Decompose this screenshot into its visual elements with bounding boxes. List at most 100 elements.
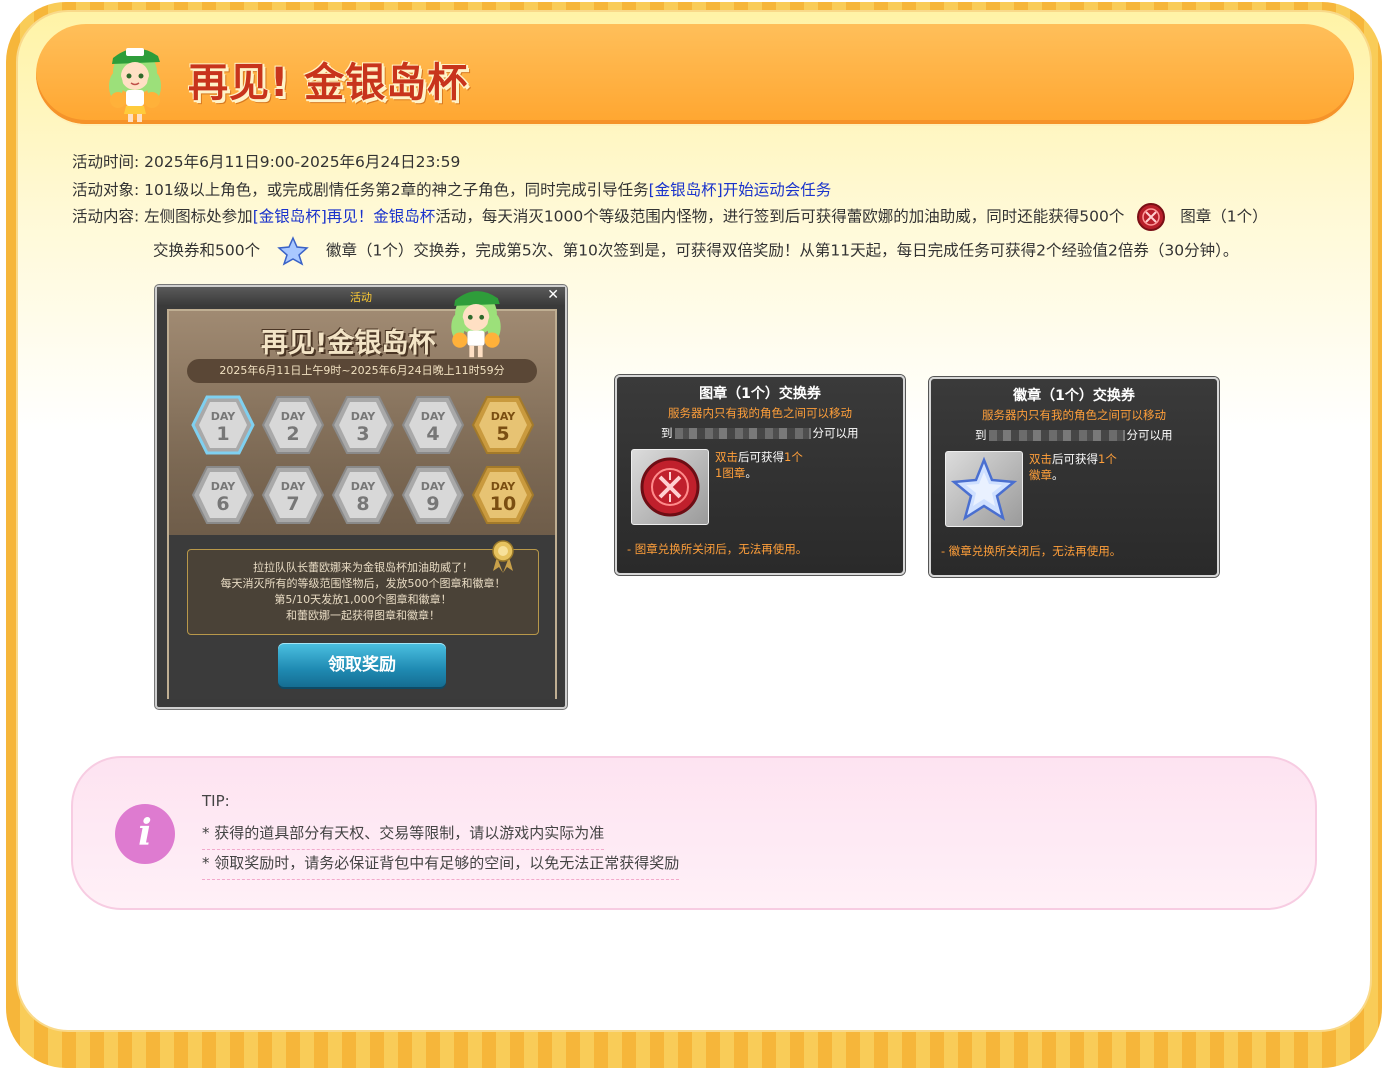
day-label: DAY <box>210 480 236 493</box>
day-label: DAY <box>350 480 376 493</box>
event-content-pre: 左侧图标处参加 <box>144 207 253 226</box>
desc-doubleclick: 双击 <box>715 450 738 464</box>
tooltip-description: 双击后可获得1个 徽章。 <box>1029 451 1117 483</box>
tip-line-1: * 获得的道具部分有天权、交易等限制，请以游戏内实际为准 <box>202 822 605 850</box>
message-line: 每天消灭所有的等级范围怪物后，发放500个图章和徽章！ <box>220 577 506 590</box>
expiry-pre: 到 <box>975 428 987 442</box>
day-hex-3: DAY 3 <box>331 395 395 455</box>
cheerleader-girl-icon <box>109 48 161 122</box>
day-hex-6: DAY 6 <box>191 465 255 525</box>
desc-count: 1个 <box>1098 452 1117 466</box>
day-number: 9 <box>426 493 440 515</box>
day-number: 1 <box>216 423 230 445</box>
day-hex-10: DAY 10 <box>471 465 535 525</box>
tooltip-title: 徽章（1个）交换券 <box>1013 388 1135 404</box>
event-target-label: 活动对象: <box>72 181 140 199</box>
day-label: DAY <box>420 410 446 423</box>
day-number: 4 <box>426 423 440 445</box>
tooltip-footnote: - 徽章兑换所关闭后，无法再使用。 <box>941 544 1122 558</box>
event-content-seal: 图章（1个） <box>1180 207 1268 226</box>
expiry-post: 分可以用 <box>1126 428 1173 442</box>
event-game-window: 活动 ✕ 再见!金银岛杯 2025年6月11日上午9时~2025年6月24日晚上… <box>155 285 567 709</box>
event-content-row: 活动内容: 左侧图标处参加[金银岛杯]再见！金银岛杯活动，每天消灭1000个等级… <box>72 202 1268 232</box>
desc-text: 后可获得 <box>738 450 784 464</box>
tip-box: i TIP: * 获得的道具部分有天权、交易等限制，请以游戏内实际为准 * 领取… <box>71 756 1317 910</box>
desc-item: 1图章 <box>715 466 746 480</box>
badge-star-icon <box>277 236 309 266</box>
day-number: 2 <box>286 423 300 445</box>
expiry-date-blurred <box>674 428 811 439</box>
tooltip-subtitle: 服务器内只有我的角色之间可以移动 <box>668 406 852 420</box>
tooltip-expiry: 到 分可以用 <box>975 427 1173 443</box>
event-content-line2-post: 徽章（1个）交换券，完成第5次、第10次签到是，可获得双倍奖励！从第11天起，每… <box>325 241 1239 260</box>
tooltip-expiry: 到 分可以用 <box>661 425 859 441</box>
day-hex-7: DAY 7 <box>261 465 325 525</box>
day-hex-4: DAY 4 <box>401 395 465 455</box>
seal-icon <box>640 457 700 517</box>
close-icon[interactable]: ✕ <box>547 287 559 303</box>
tooltip-title: 图章（1个）交换券 <box>699 386 821 402</box>
tooltip-description: 双击后可获得1个 1图章。 <box>715 449 803 481</box>
game-event-title: 再见!金银岛杯 <box>261 328 436 359</box>
event-target-row: 活动对象: 101级以上角色，或完成剧情任务第2章的神之子角色，同时完成引导任务… <box>72 178 831 200</box>
event-content-line2-pre: 交换券和500个 <box>153 241 261 260</box>
day-number: 3 <box>356 423 370 445</box>
day-hex-8: DAY 8 <box>331 465 395 525</box>
desc-count: 1个 <box>784 450 803 464</box>
day-number: 6 <box>216 493 230 515</box>
tip-line-2: * 领取奖励时，请务必保证背包中有足够的空间，以免无法正常获得奖励 <box>202 852 680 880</box>
desc-end: 。 <box>1052 468 1064 482</box>
day-label: DAY <box>210 410 236 423</box>
day-number: 7 <box>286 493 300 515</box>
event-time-value: 2025年6月11日9:00-2025年6月24日23:59 <box>144 153 461 171</box>
item-icon-box <box>945 451 1023 527</box>
event-content-label: 活动内容: <box>72 207 140 226</box>
day-hex-5: DAY 5 <box>471 395 535 455</box>
event-content-link-1[interactable]: [金银岛杯]再见！ <box>253 208 374 226</box>
day-hex-1: DAY 1 <box>191 395 255 455</box>
page-title: 再见! 金银岛杯 <box>188 60 469 106</box>
day-label: DAY <box>350 410 376 423</box>
game-event-date: 2025年6月11日上午9时~2025年6月24日晚上11时59分 <box>187 359 537 383</box>
event-time-label: 活动时间: <box>72 153 140 171</box>
day-number: 10 <box>489 493 517 515</box>
window-body: 再见!金银岛杯 2025年6月11日上午9时~2025年6月24日晚上11时59… <box>167 291 557 699</box>
day-hex-2: DAY 2 <box>261 395 325 455</box>
tooltip-subtitle: 服务器内只有我的角色之间可以移动 <box>982 408 1166 422</box>
expiry-post: 分可以用 <box>812 426 859 440</box>
day-label: DAY <box>420 480 446 493</box>
cheerleader-girl-icon <box>451 291 501 358</box>
day-label: DAY <box>280 410 306 423</box>
desc-doubleclick: 双击 <box>1029 452 1052 466</box>
desc-text: 后可获得 <box>1052 452 1098 466</box>
event-content-link-2[interactable]: 金银岛杯 <box>373 208 435 226</box>
event-target-text: 101级以上角色，或完成剧情任务第2章的神之子角色，同时完成引导任务 <box>144 181 649 199</box>
medal-icon <box>492 540 514 573</box>
item-icon-box <box>631 449 709 525</box>
claim-reward-button[interactable]: 领取奖励 <box>278 643 446 687</box>
day-number: 8 <box>356 493 370 515</box>
game-message-box: 拉拉队队长蕾欧娜来为金银岛杯加油助威了！ 每天消灭所有的等级范围怪物后，发放50… <box>187 549 539 635</box>
desc-end: 。 <box>745 466 757 480</box>
badge-voucher-tooltip: 徽章（1个）交换券 服务器内只有我的角色之间可以移动 到 分可以用 双击后可获得1… <box>929 377 1219 577</box>
message-line: 第5/10天发放1,000个图章和徽章！ <box>274 593 452 606</box>
expiry-pre: 到 <box>661 426 673 440</box>
event-content-row-2: 交换券和500个 徽章（1个）交换券，完成第5次、第10次签到是，可获得双倍奖励… <box>153 236 1238 266</box>
day-label: DAY <box>490 480 516 493</box>
event-target-link[interactable]: [金银岛杯]开始运动会任务 <box>649 181 832 199</box>
badge-star-icon <box>950 456 1018 521</box>
expiry-date-blurred <box>988 430 1125 441</box>
seal-voucher-tooltip: 图章（1个）交换券 服务器内只有我的角色之间可以移动 到分可以用 双击后可获得1… <box>615 375 905 575</box>
event-content-mid: 活动，每天消灭1000个等级范围内怪物，进行签到后可获得蕾欧娜的加油助威，同时还… <box>435 207 1125 226</box>
tip-label: TIP: <box>202 792 230 810</box>
day-number: 5 <box>496 423 510 445</box>
day-hex-9: DAY 9 <box>401 465 465 525</box>
info-icon: i <box>115 804 175 864</box>
day-label: DAY <box>490 410 516 423</box>
day-label: DAY <box>280 480 306 493</box>
header-banner: 再见! 金银岛杯 <box>36 24 1354 124</box>
desc-item: 徽章 <box>1029 468 1052 482</box>
event-time-row: 活动时间: 2025年6月11日9:00-2025年6月24日23:59 <box>72 150 460 172</box>
tooltip-footnote: - 图章兑换所关闭后，无法再使用。 <box>627 542 808 556</box>
message-line: 拉拉队队长蕾欧娜来为金银岛杯加油助威了！ <box>253 561 473 574</box>
